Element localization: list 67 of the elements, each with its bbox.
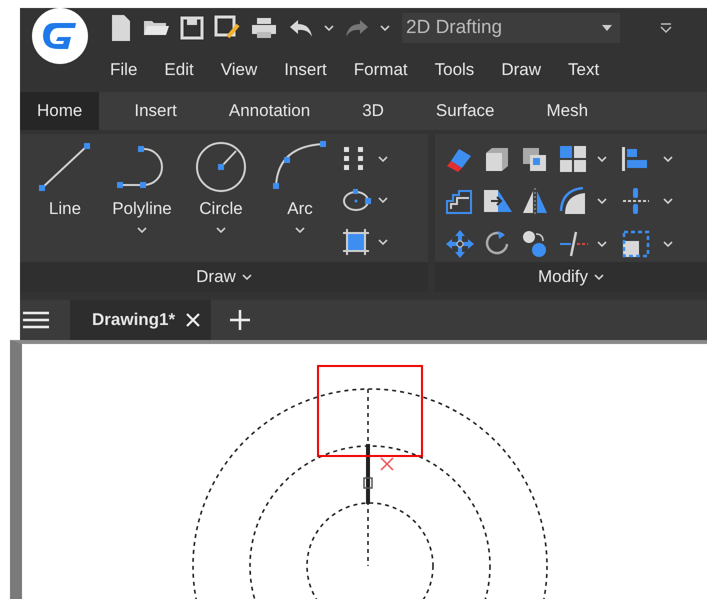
caret-icon[interactable]	[597, 198, 607, 204]
caret-icon[interactable]	[324, 25, 334, 31]
caret-icon[interactable]	[137, 226, 147, 233]
line-tool-icon[interactable]	[37, 140, 93, 194]
draw-tool-button[interactable]: Arc	[256, 140, 344, 262]
caret-icon[interactable]	[663, 241, 673, 248]
menu-item[interactable]: Draw	[501, 57, 541, 83]
caret-icon[interactable]	[597, 156, 607, 162]
caret-icon[interactable]	[216, 226, 226, 233]
caret-icon[interactable]	[295, 226, 305, 233]
hatch-icon[interactable]	[342, 228, 370, 256]
new-file-icon[interactable]	[110, 14, 132, 42]
circle-tool-icon[interactable]	[193, 140, 249, 194]
grip-square[interactable]	[363, 477, 373, 489]
dropdown-arrow-icon[interactable]	[602, 25, 612, 31]
undo-icon[interactable]	[288, 17, 314, 39]
menu-item[interactable]: Format	[354, 57, 408, 83]
move-arrows-icon[interactable]	[445, 229, 475, 260]
caret-icon[interactable]	[594, 274, 604, 280]
menu-item[interactable]: Edit	[164, 57, 194, 83]
caret-icon[interactable]	[380, 25, 390, 31]
menu-item[interactable]: Text	[568, 57, 600, 83]
selected-line	[366, 444, 370, 504]
menu-item[interactable]: Tools	[434, 57, 474, 83]
caret-icon[interactable]	[378, 239, 388, 246]
caret-icon[interactable]	[597, 241, 607, 248]
add-tab-icon[interactable]	[229, 309, 252, 331]
trim-line-icon[interactable]	[559, 230, 589, 258]
menu-icon[interactable]	[22, 310, 50, 330]
ribbon-tab[interactable]: Home	[20, 92, 100, 130]
mirror-icon[interactable]	[521, 186, 549, 215]
caret-icon[interactable]	[663, 198, 673, 204]
save-as-icon[interactable]	[214, 15, 240, 41]
draw-tool-button[interactable]: Circle	[186, 140, 256, 262]
menu-item[interactable]: Insert	[284, 57, 327, 83]
caret-icon[interactable]	[242, 274, 252, 280]
draw-tool-button[interactable]: Polyline	[98, 140, 186, 262]
close-icon[interactable]	[185, 312, 202, 328]
caret-icon[interactable]	[378, 196, 388, 203]
menu-item[interactable]: View	[220, 57, 258, 83]
menu-item[interactable]: File	[110, 57, 138, 83]
workspace-label: 2D Drafting	[406, 16, 502, 40]
dashed-scale-icon[interactable]	[621, 229, 651, 260]
array-grid-icon[interactable]	[559, 144, 587, 173]
ribbon-tab[interactable]: Insert	[117, 92, 194, 130]
redo-icon[interactable]	[344, 17, 370, 39]
panel-title-button[interactable]: Modify	[435, 262, 707, 292]
ribbon-tab[interactable]: Mesh	[530, 92, 606, 130]
offset-squares-icon[interactable]	[521, 146, 549, 172]
ribbon-tab[interactable]: 3D	[345, 92, 401, 130]
draw-tool-button[interactable]: Line	[32, 140, 98, 262]
panel-title-button[interactable]: Draw	[20, 262, 428, 292]
save-icon[interactable]	[180, 16, 204, 40]
workspace-dropdown[interactable]: 2D Drafting	[402, 13, 620, 43]
print-icon[interactable]	[250, 16, 278, 40]
caret-icon[interactable]	[378, 156, 388, 162]
ellipse-icon[interactable]	[342, 186, 372, 213]
extrude-box-icon[interactable]	[483, 146, 511, 172]
document-tab[interactable]: Drawing1*	[70, 300, 212, 340]
scale-arrow-icon[interactable]	[483, 188, 513, 214]
align-left-icon[interactable]	[621, 146, 649, 172]
explode-cross-icon[interactable]	[621, 186, 651, 216]
caret-icon[interactable]	[663, 156, 673, 162]
customize-toolbar-icon[interactable]	[660, 22, 672, 34]
ribbon-tab[interactable]: Surface	[418, 92, 512, 130]
cross-mark-icon	[380, 457, 394, 471]
ribbon-tab[interactable]: Annotation	[212, 92, 328, 130]
